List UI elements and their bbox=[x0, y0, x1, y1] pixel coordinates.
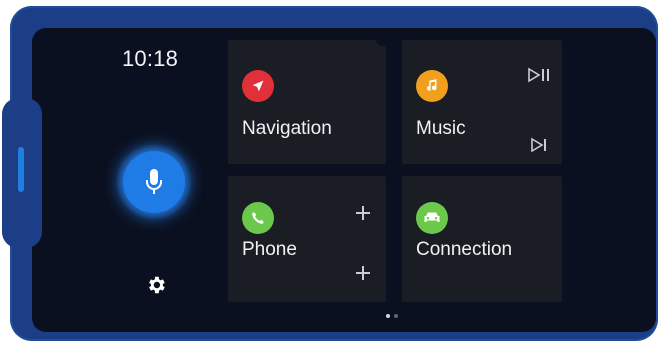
phone-tile[interactable]: Phone bbox=[228, 176, 386, 302]
side-handle-indicator[interactable] bbox=[18, 147, 24, 192]
page-dot-active bbox=[386, 314, 390, 318]
navigation-label: Navigation bbox=[242, 118, 332, 139]
settings-button[interactable] bbox=[143, 272, 169, 298]
play-pause-icon bbox=[528, 67, 549, 83]
phone-app-icon bbox=[242, 202, 274, 234]
music-note-icon bbox=[426, 79, 437, 91]
navigation-tile[interactable]: Navigation bbox=[228, 40, 386, 164]
phone-icon bbox=[252, 212, 264, 224]
connection-tile[interactable]: Connection bbox=[402, 176, 562, 302]
next-track-icon bbox=[531, 137, 546, 153]
device-frame: 10:18 Navigation Music Phone Connection bbox=[10, 6, 658, 341]
clock: 10:18 bbox=[122, 46, 179, 71]
next-track-button[interactable] bbox=[526, 132, 552, 158]
connection-label: Connection bbox=[416, 239, 513, 260]
car-icon bbox=[424, 212, 440, 222]
page-dot bbox=[394, 314, 398, 318]
microphone-icon bbox=[146, 169, 162, 194]
page-indicator bbox=[386, 314, 398, 318]
music-app-icon bbox=[416, 70, 448, 102]
phone-label: Phone bbox=[242, 239, 297, 260]
navigation-app-icon bbox=[242, 70, 274, 102]
gear-icon bbox=[149, 276, 165, 294]
add-icon bbox=[356, 206, 370, 220]
navigation-arrow-icon bbox=[252, 80, 264, 92]
phone-add-button-1[interactable] bbox=[350, 200, 376, 226]
voice-assistant-button[interactable] bbox=[123, 151, 185, 213]
music-tile[interactable]: Music bbox=[402, 40, 562, 164]
connection-app-icon bbox=[416, 202, 448, 234]
play-pause-button[interactable] bbox=[526, 62, 552, 88]
car-screen: 10:18 Navigation Music Phone Connection bbox=[32, 28, 656, 332]
phone-add-button-2[interactable] bbox=[350, 260, 376, 286]
add-icon bbox=[356, 266, 370, 280]
music-label: Music bbox=[416, 118, 466, 139]
